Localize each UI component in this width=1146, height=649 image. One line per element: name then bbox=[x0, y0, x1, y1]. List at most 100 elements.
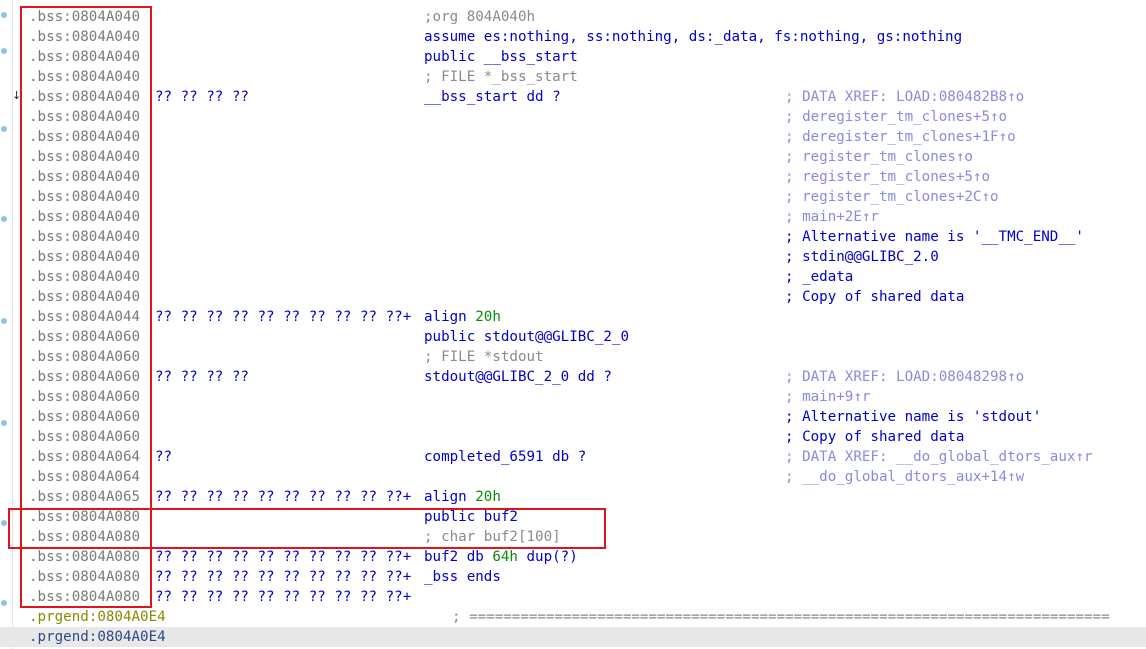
address-label: .bss:0804A040 bbox=[29, 289, 141, 305]
directive-comment[interactable]: ; FILE *_bss_start bbox=[424, 67, 578, 87]
bytes-label: ?? ?? ?? ?? bbox=[155, 89, 249, 105]
listing-row[interactable]: .bss:0804A060 ?? ?? ?? ?? stdout@@GLIBC_2_… bbox=[0, 367, 1146, 387]
instruction-text[interactable]: completed_6591 db ? bbox=[424, 447, 586, 467]
listing-row[interactable]: .bss:0804A040 ; main+2E↑r bbox=[0, 207, 1146, 227]
listing-row[interactable]: .bss:0804A040 ; stdin@@GLIBC_2.0 bbox=[0, 247, 1146, 267]
section-separator: ; ======================================… bbox=[452, 609, 1110, 625]
address-label: .bss:0804A040 bbox=[29, 109, 141, 125]
address-label: .bss:0804A040 bbox=[29, 269, 141, 285]
address-label: .bss:0804A040 bbox=[29, 209, 141, 225]
listing-row[interactable]: .bss:0804A040 ; deregister_tm_clones+1F↑o bbox=[0, 127, 1146, 147]
xref-comment[interactable]: ; deregister_tm_clones+1F↑o bbox=[785, 127, 1016, 147]
directive-comment[interactable]: ;org 804A040h bbox=[424, 7, 535, 27]
address-label: .bss:0804A040 bbox=[29, 129, 141, 145]
listing-row[interactable]: .bss:0804A080 public buf2 bbox=[0, 507, 1146, 527]
address-label: .bss:0804A040 bbox=[29, 9, 141, 25]
listing-row[interactable]: .bss:0804A060 ; FILE *stdout bbox=[0, 347, 1146, 367]
instruction-text[interactable]: public buf2 bbox=[424, 507, 518, 527]
address-label: .bss:0804A040 bbox=[29, 29, 141, 45]
listing-row[interactable]: .bss:0804A040 assume es:nothing, ss:nothi… bbox=[0, 27, 1146, 47]
bytes-label: ?? bbox=[155, 449, 173, 465]
address-label: .bss:0804A080 bbox=[29, 529, 141, 545]
address-label: .bss:0804A040 bbox=[29, 49, 141, 65]
xref-comment[interactable]: ; Copy of shared data bbox=[785, 427, 964, 447]
xref-comment[interactable]: ; Alternative name is 'stdout' bbox=[785, 407, 1041, 427]
directive-comment[interactable]: ; FILE *stdout bbox=[424, 347, 544, 367]
instruction-text[interactable]: __bss_start dd ? bbox=[424, 87, 561, 107]
xref-comment[interactable]: ; DATA XREF: LOAD:080482B8↑o bbox=[785, 87, 1024, 107]
instruction-text[interactable]: assume es:nothing, ss:nothing, ds:_data,… bbox=[424, 27, 962, 47]
instruction-text[interactable]: public __bss_start bbox=[424, 47, 578, 67]
xref-comment[interactable]: ; main+2E↑r bbox=[785, 207, 879, 227]
xref-comment[interactable]: ; Alternative name is '__TMC_END__' bbox=[785, 227, 1084, 247]
listing-row[interactable]: .bss:0804A040 ;org 804A040h bbox=[0, 7, 1146, 27]
xref-comment[interactable]: ; _edata bbox=[785, 267, 853, 287]
address-label: .bss:0804A060 bbox=[29, 349, 141, 365]
instruction-text[interactable]: align 20h bbox=[424, 487, 501, 507]
listing-row[interactable]: .bss:0804A060 ; Alternative name is 'stdo… bbox=[0, 407, 1146, 427]
listing-row[interactable]: .bss:0804A080 ?? ?? ?? ?? ?? ?? ?? ?? ?? … bbox=[0, 567, 1146, 587]
listing-row[interactable]: .prgend:0804A0E4 ; ======================… bbox=[0, 607, 1146, 627]
xref-comment[interactable]: ; DATA XREF: __do_global_dtors_aux↑r bbox=[785, 447, 1093, 467]
bytes-label: ?? ?? ?? ?? ?? ?? ?? ?? ?? ??+ bbox=[155, 309, 412, 325]
address-label: .bss:0804A064 bbox=[29, 449, 141, 465]
address-label: .bss:0804A060 bbox=[29, 429, 141, 445]
disassembly-listing[interactable]: .bss:0804A040 ;org 804A040h .bss:0804A040 a… bbox=[0, 7, 1146, 647]
address-label: .bss:0804A040 bbox=[29, 69, 141, 85]
instruction-text[interactable]: stdout@@GLIBC_2_0 dd ? bbox=[424, 367, 612, 387]
address-label: .bss:0804A080 bbox=[29, 509, 141, 525]
address-label: .bss:0804A040 bbox=[29, 89, 141, 105]
xref-comment[interactable]: ; DATA XREF: LOAD:08048298↑o bbox=[785, 367, 1024, 387]
address-label: .bss:0804A040 bbox=[29, 169, 141, 185]
address-label: .bss:0804A040 bbox=[29, 189, 141, 205]
address-label: .bss:0804A080 bbox=[29, 569, 141, 585]
address-label: .bss:0804A065 bbox=[29, 489, 141, 505]
xref-comment[interactable]: ; register_tm_clones+5↑o bbox=[785, 167, 990, 187]
address-label: .bss:0804A040 bbox=[29, 229, 141, 245]
listing-row[interactable]: .bss:0804A060 ; main+9↑r bbox=[0, 387, 1146, 407]
address-label: .bss:0804A040 bbox=[29, 249, 141, 265]
listing-row[interactable]: .bss:0804A064 ; __do_global_dtors_aux+14↑… bbox=[0, 467, 1146, 487]
listing-row[interactable]: .bss:0804A040 public __bss_start bbox=[0, 47, 1146, 67]
xref-comment[interactable]: ; stdin@@GLIBC_2.0 bbox=[785, 247, 939, 267]
instruction-text[interactable]: _bss ends bbox=[424, 567, 501, 587]
instruction-text[interactable]: buf2 db 64h dup(?) bbox=[424, 547, 578, 567]
listing-row[interactable]: .bss:0804A040 ; deregister_tm_clones+5↑o bbox=[0, 107, 1146, 127]
bytes-label: ?? ?? ?? ?? ?? ?? ?? ?? ?? ??+ bbox=[155, 589, 412, 605]
xref-comment[interactable]: ; register_tm_clones↑o bbox=[785, 147, 973, 167]
instruction-text[interactable]: align 20h bbox=[424, 307, 501, 327]
bytes-label: ?? ?? ?? ?? bbox=[155, 369, 249, 385]
listing-row[interactable]: .bss:0804A065 ?? ?? ?? ?? ?? ?? ?? ?? ?? … bbox=[0, 487, 1146, 507]
xref-comment[interactable]: ; __do_global_dtors_aux+14↑w bbox=[785, 467, 1024, 487]
listing-row[interactable]: .bss:0804A040 ; Copy of shared data bbox=[0, 287, 1146, 307]
listing-row[interactable]: .bss:0804A040 ; register_tm_clones+5↑o bbox=[0, 167, 1146, 187]
address-label: .bss:0804A040 bbox=[29, 149, 141, 165]
xref-comment[interactable]: ; Copy of shared data bbox=[785, 287, 964, 307]
listing-row[interactable]: .bss:0804A060 public stdout@@GLIBC_2_0 bbox=[0, 327, 1146, 347]
listing-row[interactable]: .bss:0804A040 ; register_tm_clones↑o bbox=[0, 147, 1146, 167]
listing-row[interactable]: .bss:0804A080 ; char buf2[100] bbox=[0, 527, 1146, 547]
xref-comment[interactable]: ; deregister_tm_clones+5↑o bbox=[785, 107, 1007, 127]
listing-row[interactable]: .prgend:0804A0E4 bbox=[0, 627, 1146, 647]
listing-row[interactable]: .bss:0804A064?? completed_6591 db ? ; DATA… bbox=[0, 447, 1146, 467]
address-label: .bss:0804A060 bbox=[29, 409, 141, 425]
address-label: .bss:0804A060 bbox=[29, 389, 141, 405]
listing-row[interactable]: .bss:0804A080 ?? ?? ?? ?? ?? ?? ?? ?? ?? … bbox=[0, 547, 1146, 567]
instruction-text[interactable]: public stdout@@GLIBC_2_0 bbox=[424, 327, 629, 347]
xref-comment[interactable]: ; main+9↑r bbox=[785, 387, 870, 407]
xref-comment[interactable]: ; register_tm_clones+2C↑o bbox=[785, 187, 999, 207]
listing-row[interactable]: .bss:0804A080 ?? ?? ?? ?? ?? ?? ?? ?? ?? … bbox=[0, 587, 1146, 607]
address-label: .bss:0804A064 bbox=[29, 469, 141, 485]
listing-row[interactable]: .bss:0804A040 ; register_tm_clones+2C↑o bbox=[0, 187, 1146, 207]
address-label: .bss:0804A044 bbox=[29, 309, 141, 325]
listing-row[interactable]: .bss:0804A040 ; Alternative name is '__TM… bbox=[0, 227, 1146, 247]
address-label: .bss:0804A080 bbox=[29, 549, 141, 565]
listing-row[interactable]: .bss:0804A040 ; FILE *_bss_start bbox=[0, 67, 1146, 87]
directive-comment[interactable]: ; char buf2[100] bbox=[424, 527, 561, 547]
listing-row[interactable]: .bss:0804A040 ?? ?? ?? ?? __bss_start dd ?… bbox=[0, 87, 1146, 107]
listing-row[interactable]: .bss:0804A040 ; _edata bbox=[0, 267, 1146, 287]
bytes-label: ?? ?? ?? ?? ?? ?? ?? ?? ?? ??+ bbox=[155, 549, 412, 565]
address-label: .bss:0804A080 bbox=[29, 589, 141, 605]
listing-row[interactable]: .bss:0804A060 ; Copy of shared data bbox=[0, 427, 1146, 447]
listing-row[interactable]: .bss:0804A044 ?? ?? ?? ?? ?? ?? ?? ?? ?? … bbox=[0, 307, 1146, 327]
